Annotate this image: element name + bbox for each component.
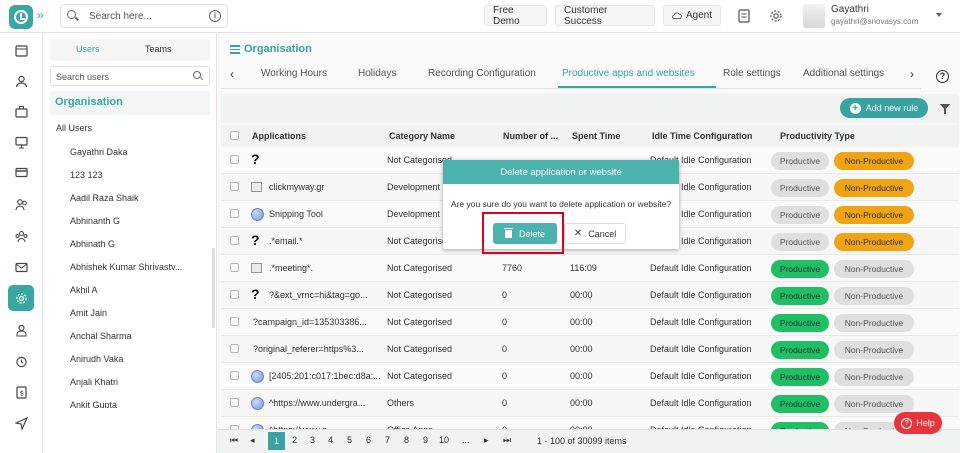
tab-teams[interactable]: Teams [145,44,172,54]
agent-label: Agent [685,10,712,21]
gear-icon[interactable] [769,9,783,23]
user-panel: Users Teams Organisation All Users Gayat… [43,33,217,453]
free-demo-button[interactable]: Free Demo [484,5,547,27]
dialog-title: Delete application or website [443,160,679,184]
search-icon [67,10,76,19]
icon-rail: $ [0,33,43,453]
cancel-label: Cancel [588,228,617,239]
user-list-item[interactable]: Gayathri Daka [70,147,200,157]
global-search[interactable]: i [60,4,228,28]
customer-success-button[interactable]: Customer Success [555,5,655,27]
search-icon [193,71,201,79]
user-name: Gayathri [831,4,869,15]
alarm-icon[interactable] [8,348,34,374]
dialog-message: Are you sure do you want to delete appli… [450,199,672,209]
team-icon[interactable] [8,223,34,249]
user-list-item[interactable]: Anirudh Vaka [70,354,200,364]
global-search-input[interactable] [89,9,199,24]
tab-users[interactable]: Users [76,44,100,54]
send-icon[interactable] [8,410,34,436]
user-list-item[interactable]: 123 123 [70,170,200,180]
all-users-item[interactable]: All Users [56,123,186,133]
chevron-down-icon[interactable] [936,13,942,17]
cancel-button[interactable]: ✕ Cancel [564,223,626,244]
settings-icon[interactable] [8,285,34,311]
agent-button[interactable]: Agent [663,5,721,26]
mail-icon[interactable] [8,254,34,280]
question-icon: ? [901,417,913,429]
calendar-icon[interactable] [8,37,34,63]
scrollbar[interactable] [212,248,215,328]
expand-sidebar-icon[interactable]: » [37,8,44,22]
user-email: gayathri@snovasys.com [831,17,919,26]
avatar[interactable] [803,4,825,28]
app-logo-icon[interactable] [9,5,33,29]
person-icon[interactable] [8,317,34,343]
user-list-item[interactable]: Abhinath G [70,239,200,249]
user-icon[interactable] [8,68,34,94]
user-search-input[interactable] [56,70,176,83]
user-list-item[interactable]: Anjali Khatri [70,377,200,387]
help-label: Help [916,418,935,428]
user-list-item[interactable]: Akhil A [70,285,200,295]
user-search[interactable] [50,66,210,86]
invoice-icon[interactable]: $ [8,379,34,405]
highlight-box [482,212,564,254]
briefcase-icon[interactable] [8,98,34,124]
user-list-item[interactable]: Anchal Sharma [70,331,200,341]
info-icon[interactable]: i [209,10,221,22]
user-list-item[interactable]: Abhinanth G [70,216,200,226]
svg-text:$: $ [19,389,23,397]
help-button[interactable]: ? Help [894,412,942,434]
users-icon[interactable] [8,191,34,217]
user-list-item[interactable]: Abhishek Kumar Shrivastv... [70,262,200,272]
close-icon: ✕ [573,228,583,239]
cloud-download-icon [672,11,682,19]
user-list-item[interactable]: Amit Jain [70,308,200,318]
card-icon[interactable] [8,159,34,185]
user-list-item[interactable]: Ankit Gupta [70,400,200,408]
organisation-heading[interactable]: Organisation [50,91,210,115]
user-panel-tabs: Users Teams [50,39,210,61]
monitor-icon[interactable] [8,129,34,155]
top-bar: » i Free Demo Customer Success Agent Gay… [0,0,960,33]
document-icon[interactable] [738,9,750,23]
user-list-item[interactable]: Aadil Raza Shaik [70,193,200,203]
